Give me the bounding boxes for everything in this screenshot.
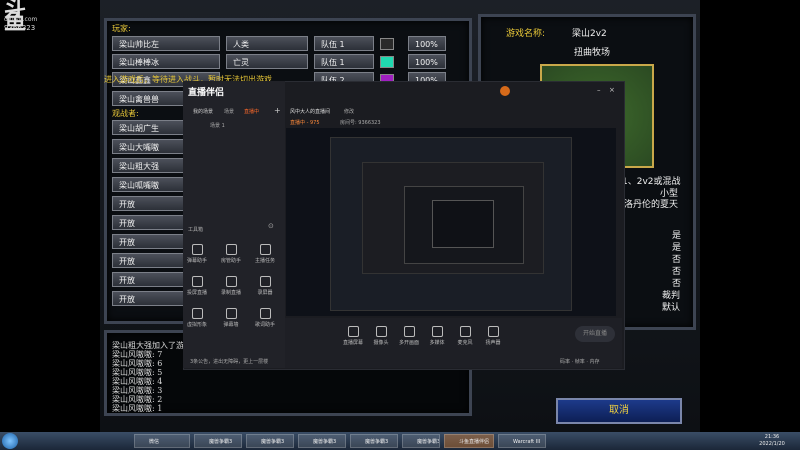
taskbar-item[interactable]: 微信 (134, 434, 190, 448)
player-team-1[interactable]: 队伍 1 (314, 36, 374, 51)
chat-line: 梁山风嗷嗷: 1 (112, 404, 163, 413)
tool-danmaku[interactable]: 弹幕助手 (184, 244, 210, 264)
cast-icon (191, 276, 203, 287)
observer-slot[interactable]: 开放 (112, 215, 184, 230)
scene-item[interactable]: 场景 1 (210, 122, 225, 129)
right-letterbox (700, 0, 800, 432)
monitor-icon (347, 326, 359, 337)
observer-slot[interactable]: 梁山胡广生 (112, 120, 184, 135)
tab-my-scenes[interactable]: 我的场景 (193, 108, 213, 115)
camera-icon (375, 326, 387, 337)
source-multi-view[interactable]: 多开画面 (396, 326, 422, 346)
player-handicap-1[interactable]: 100% (408, 36, 446, 51)
tool-room-manager[interactable]: 房管助手 (218, 244, 244, 264)
douyu-domain: douyu.com (4, 16, 38, 23)
microphone-toggle[interactable]: 麦克风 (452, 326, 478, 346)
danmaku-icon (191, 244, 203, 255)
taskbar (0, 432, 800, 450)
game-name-label: 游戏名称: (506, 29, 546, 39)
source-media[interactable]: 多媒体 (424, 326, 450, 346)
player-race-1[interactable]: 人类 (226, 36, 308, 51)
close-icon[interactable]: × (609, 86, 615, 94)
taskbar-item[interactable]: 魔兽争霸3 (402, 434, 440, 448)
source-screen[interactable]: 直播屏幕 (340, 326, 366, 346)
edit-title-button[interactable]: 修改 (344, 108, 354, 115)
players-header: 玩家: (112, 24, 131, 33)
tool-record[interactable]: 录制直播 (218, 276, 244, 296)
observer-slot[interactable]: 梁山粗大强 (112, 158, 184, 173)
add-scene-icon[interactable]: + (274, 106, 281, 115)
player-race-2[interactable]: 亡灵 (226, 54, 308, 69)
tool-lyrics[interactable]: 歌词助手 (252, 308, 278, 328)
app-status-bar: 3条公告，进出无障碍，更上一层楼 (190, 359, 269, 365)
observer-slot[interactable]: 开放 (112, 253, 184, 268)
game-name: 梁山2v2 (572, 29, 607, 39)
observer-slot[interactable]: 开放 (112, 272, 184, 287)
taskbar-clock[interactable]: 21:36 2022/1/20 (752, 434, 792, 448)
tool-cast[interactable]: 投屏直播 (184, 276, 210, 296)
clock-date: 2022/1/20 (759, 441, 785, 447)
observer-slot[interactable]: 开放 (112, 196, 184, 211)
observer-slot[interactable]: 开放 (112, 234, 184, 249)
wall-icon (225, 308, 237, 319)
room-id: 9366323 (4, 24, 36, 32)
avatar-tool-icon (191, 308, 203, 319)
player-slot-1[interactable]: 梁山帅比左 (112, 36, 220, 51)
taskbar-item[interactable]: 魔兽争霸3 (194, 434, 242, 448)
player-slot-4[interactable]: 梁山禽兽兽 (112, 91, 184, 106)
player-color-2[interactable] (380, 56, 394, 68)
go-live-button[interactable]: 开始直播 (575, 326, 615, 342)
source-camera[interactable]: 摄像头 (368, 326, 394, 346)
observer-slot[interactable]: 开放 (112, 291, 184, 306)
player-slot-2[interactable]: 梁山棒棒冰 (112, 54, 220, 69)
map-name: 扭曲牧场 (574, 48, 611, 58)
lyrics-icon (259, 308, 271, 319)
taskbar-item[interactable]: 魔兽争霸3 (246, 434, 294, 448)
observers-header: 观战者: (112, 109, 139, 118)
option-value: 默认 (662, 303, 681, 313)
speaker-toggle[interactable]: 扬声器 (480, 326, 506, 346)
room-number: 房间号: 9366323 (340, 120, 381, 126)
app-performance: 码率 · 帧率 · 内存 (560, 359, 600, 365)
app-brand: 直播伴侣 (188, 88, 225, 98)
screen-recorder-icon (259, 276, 271, 287)
cancel-button[interactable]: 取消 (556, 398, 682, 424)
speaker-icon (487, 326, 499, 337)
live-status: 直播中 - 975 (290, 120, 320, 126)
minimize-icon[interactable]: – (597, 86, 601, 94)
tab-live[interactable]: 直播中 (244, 108, 259, 115)
taskbar-item[interactable]: 魔兽争霸3 (350, 434, 398, 448)
clock-time: 21:36 (764, 434, 780, 440)
player-handicap-2[interactable]: 100% (408, 54, 446, 69)
play-icon (431, 326, 443, 337)
microphone-icon (459, 326, 471, 337)
user-icon (225, 244, 237, 255)
record-icon (225, 276, 237, 287)
taskbar-item[interactable]: 斗鱼直播伴侣 (444, 434, 494, 448)
taskbar-item[interactable]: Warcraft III (498, 434, 546, 448)
observer-slot[interactable]: 梁山大嘴嗷 (112, 139, 184, 154)
more-tools-icon[interactable]: ⊙ (268, 222, 274, 230)
taskbar-item[interactable]: 魔兽争霸3 (298, 434, 346, 448)
player-color-1[interactable] (380, 38, 394, 50)
player-team-2[interactable]: 队伍 1 (314, 54, 374, 69)
stream-title: 风中大人的直播间 (290, 109, 331, 115)
observer-slot[interactable]: 梁山呱嘴嗷 (112, 177, 184, 192)
avatar[interactable] (500, 86, 510, 96)
tools-header: 工具箱 (188, 227, 204, 233)
nested-capture-3 (432, 200, 494, 248)
tool-tasks[interactable]: 主播任务 (252, 244, 278, 264)
left-letterbox (0, 0, 100, 432)
task-icon (259, 244, 271, 255)
tool-danmaku-wall[interactable]: 弹幕墙 (218, 308, 244, 328)
multi-view-icon (403, 326, 415, 337)
tab-scenes[interactable]: 场景 (224, 108, 234, 115)
start-button[interactable] (2, 433, 18, 449)
map-tileset: 洛丹伦的夏天 (624, 200, 679, 210)
tool-screen-recorder[interactable]: 录屏器 (252, 276, 278, 296)
tool-avatar[interactable]: 虚拟形象 (184, 308, 210, 328)
